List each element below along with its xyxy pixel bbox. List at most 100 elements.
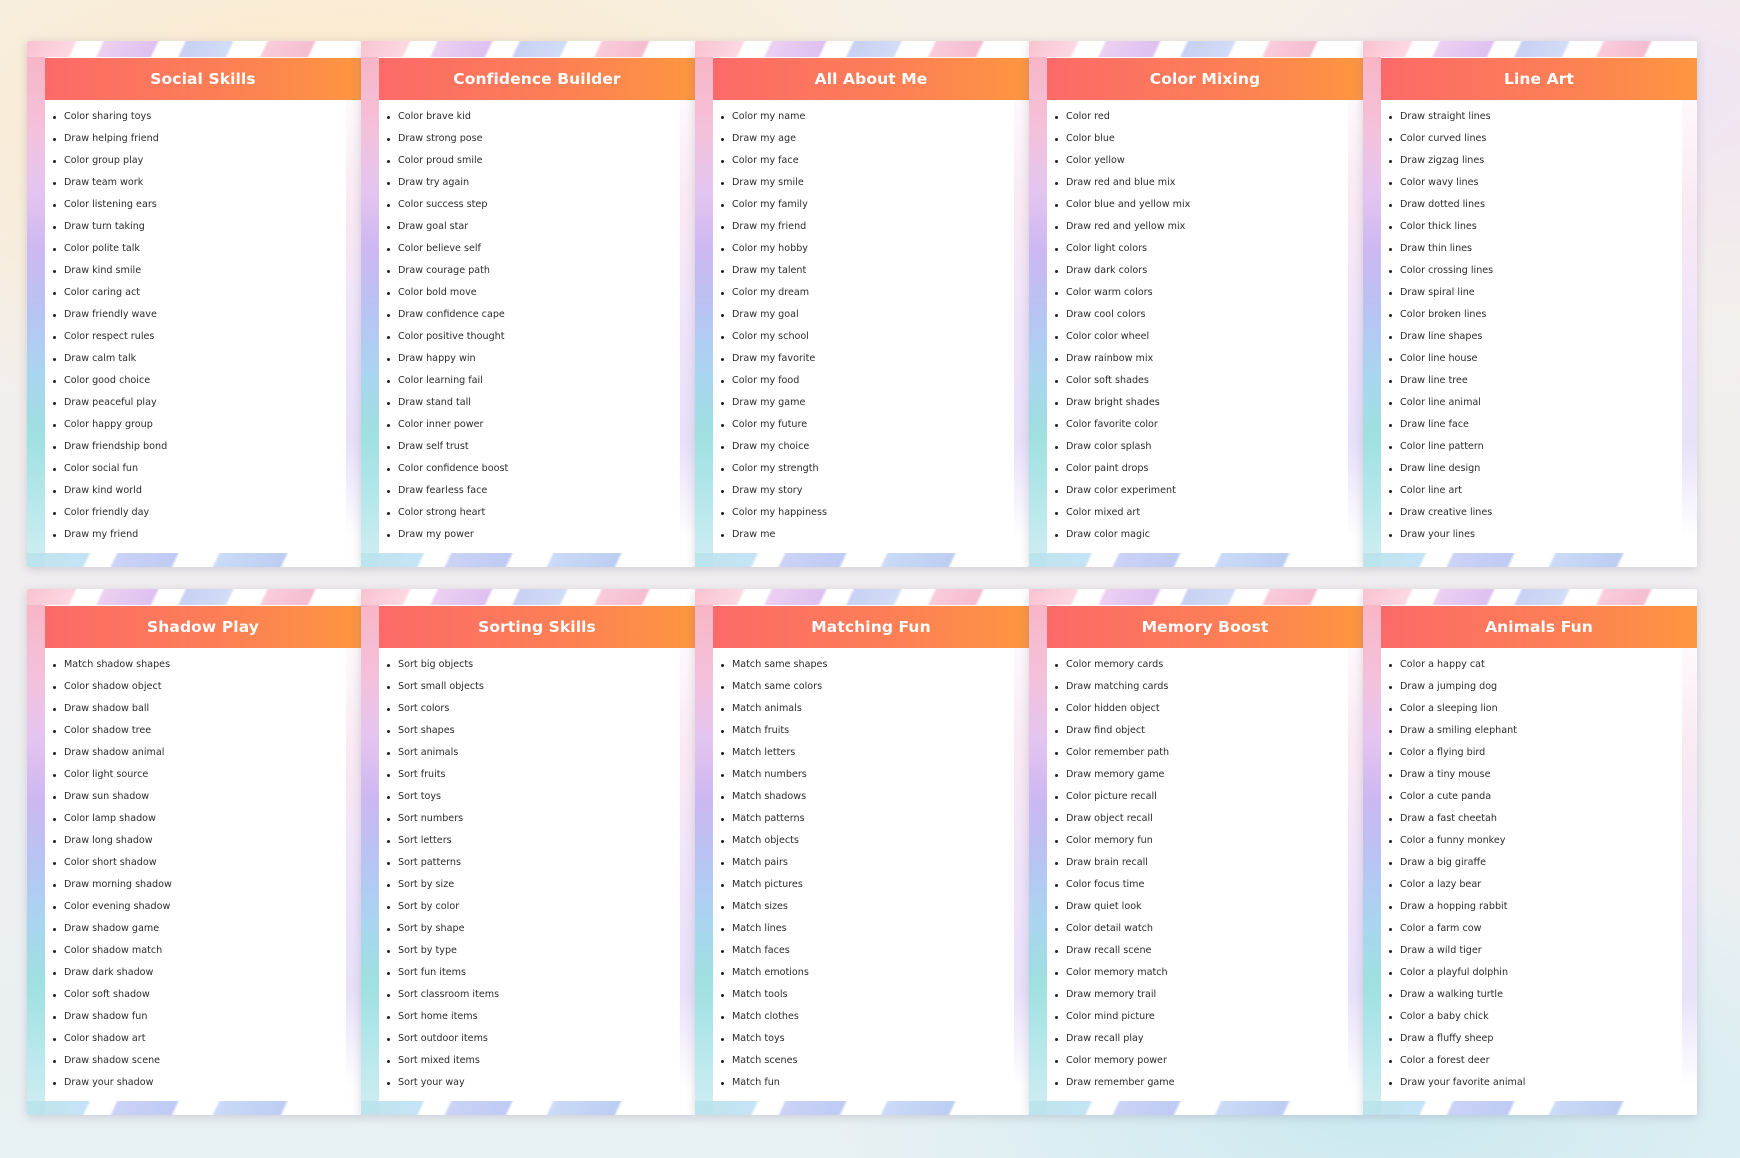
bullet-icon [721, 971, 724, 975]
bullet-icon [53, 751, 56, 755]
list-item-text: Draw a walking turtle [1400, 989, 1503, 1000]
decorative-top-stripes [695, 589, 1029, 605]
worksheet-card: Social Skills Color sharing toys Draw help… [27, 41, 361, 567]
activity-list: Draw straight lines Color curved lines Dra… [1388, 106, 1678, 546]
list-item-text: Color learning fail [398, 375, 483, 386]
bullet-icon [1055, 795, 1058, 799]
list-item: Color a forest deer [1388, 1050, 1678, 1072]
bullet-icon [53, 445, 56, 449]
list-item-text: Draw dotted lines [1400, 199, 1485, 210]
bullet-icon [387, 401, 390, 405]
list-item-text: Color memory cards [1066, 659, 1164, 670]
bullet-icon [721, 357, 724, 361]
list-item-text: Color a lazy bear [1400, 879, 1482, 890]
bullet-icon [1055, 137, 1058, 141]
card-header: Color Mixing [1047, 58, 1363, 100]
bullet-icon [387, 795, 390, 799]
decorative-right-stripe [346, 605, 361, 1087]
decorative-left-stripe [361, 605, 379, 1115]
decorative-top-stripes [361, 41, 695, 57]
bullet-icon [53, 927, 56, 931]
bullet-icon [1055, 883, 1058, 887]
list-item: Color broken lines [1388, 304, 1678, 326]
list-item: Color light colors [1054, 238, 1344, 260]
bullet-icon [53, 203, 56, 207]
list-item-text: Color confidence boost [398, 463, 509, 474]
list-item: Draw spiral line [1388, 282, 1678, 304]
list-item-text: Draw a hopping rabbit [1400, 901, 1508, 912]
bullet-icon [1055, 203, 1058, 207]
bullet-icon [1055, 269, 1058, 273]
bullet-icon [721, 423, 724, 427]
card-title: Line Art [1504, 70, 1574, 88]
list-item-text: Color warm colors [1066, 287, 1153, 298]
list-item: Color a flying bird [1388, 742, 1678, 764]
list-item-text: Draw straight lines [1400, 111, 1491, 122]
list-item: Draw cool colors [1054, 304, 1344, 326]
bullet-icon [387, 159, 390, 163]
list-item: Draw a tiny mouse [1388, 764, 1678, 786]
list-item-text: Match pairs [732, 857, 788, 868]
list-item-text: Draw bright shades [1066, 397, 1160, 408]
list-item-text: Sort toys [398, 791, 442, 802]
worksheet-card: Matching Fun Match same shapes Match same … [695, 589, 1029, 1115]
list-item: Draw a wild tiger [1388, 940, 1678, 962]
list-item-text: Color paint drops [1066, 463, 1149, 474]
bullet-icon [721, 817, 724, 821]
bullet-icon [387, 181, 390, 185]
list-item: Color sharing toys [52, 106, 342, 128]
list-item: Color line house [1388, 348, 1678, 370]
decorative-right-stripe [680, 57, 695, 539]
list-item: Match fruits [720, 720, 1010, 742]
list-item: Draw my smile [720, 172, 1010, 194]
list-item: Color group play [52, 150, 342, 172]
list-item: Color a cute panda [1388, 786, 1678, 808]
list-item: Color good choice [52, 370, 342, 392]
bullet-icon [1055, 511, 1058, 515]
list-item: Color my hobby [720, 238, 1010, 260]
bullet-icon [387, 949, 390, 953]
list-item-text: Draw recall scene [1066, 945, 1152, 956]
list-item: Color bold move [386, 282, 676, 304]
list-item: Color line art [1388, 480, 1678, 502]
list-item: Color line pattern [1388, 436, 1678, 458]
list-item-text: Draw friendly wave [64, 309, 157, 320]
list-item-text: Draw strong pose [398, 133, 483, 144]
list-item-text: Draw a wild tiger [1400, 945, 1482, 956]
decorative-bottom-stripes [1363, 1101, 1697, 1115]
list-item-text: Color my food [732, 375, 800, 386]
bullet-icon [53, 291, 56, 295]
bullet-icon [1055, 1081, 1058, 1085]
list-item-text: Color line house [1400, 353, 1478, 364]
list-item-text: Match scenes [732, 1055, 798, 1066]
list-item: Draw creative lines [1388, 502, 1678, 524]
bullet-icon [721, 883, 724, 887]
list-item: Sort patterns [386, 852, 676, 874]
list-item: Draw shadow fun [52, 1006, 342, 1028]
list-item-text: Draw sun shadow [64, 791, 150, 802]
list-item: Color a baby chick [1388, 1006, 1678, 1028]
bullet-icon [53, 663, 56, 667]
bullet-icon [721, 115, 724, 119]
list-item-text: Sort by type [398, 945, 457, 956]
list-item: Draw recall play [1054, 1028, 1344, 1050]
list-item-text: Draw a smiling elephant [1400, 725, 1517, 736]
list-item-text: Color shadow object [64, 681, 162, 692]
list-item-text: Color polite talk [64, 243, 140, 254]
list-item: Draw my talent [720, 260, 1010, 282]
list-item-text: Draw goal star [398, 221, 469, 232]
bullet-icon [387, 971, 390, 975]
bullet-icon [721, 467, 724, 471]
list-item-text: Draw friendship bond [64, 441, 168, 452]
bullet-icon [1055, 729, 1058, 733]
list-item: Color a playful dolphin [1388, 962, 1678, 984]
bullet-icon [53, 729, 56, 733]
list-item: Color my school [720, 326, 1010, 348]
list-item: Draw find object [1054, 720, 1344, 742]
list-item: Color color wheel [1054, 326, 1344, 348]
list-item: Sort by color [386, 896, 676, 918]
decorative-right-stripe [1682, 57, 1697, 539]
bullet-icon [53, 115, 56, 119]
list-item: Draw shadow game [52, 918, 342, 940]
list-item: Sort home items [386, 1006, 676, 1028]
